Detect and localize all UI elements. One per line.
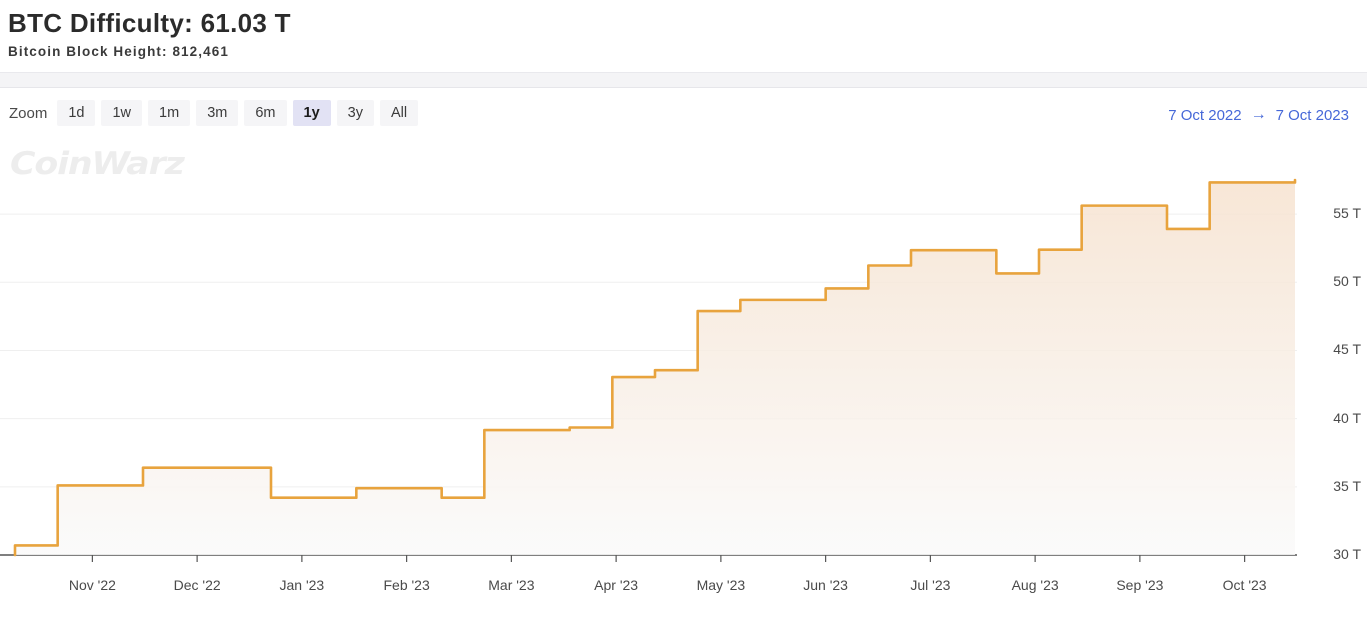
header-divider [0, 72, 1367, 88]
x-axis-tick-label: Sep '23 [1116, 577, 1164, 593]
x-axis-tick-label: Apr '23 [594, 577, 639, 593]
zoom-button-1d[interactable]: 1d [57, 100, 96, 126]
chart-toolbar: Zoom 1d 1w 1m 3m 6m 1y 3y All 7 Oct 2022… [0, 88, 1367, 138]
zoom-button-6m[interactable]: 6m [244, 100, 287, 126]
x-axis-tick-label: Jun '23 [803, 577, 848, 593]
x-axis-tick-label: Aug '23 [1011, 577, 1059, 593]
zoom-label: Zoom [9, 104, 48, 122]
coinwarz-watermark: CoinWarz [10, 146, 185, 182]
range-start-date[interactable]: 7 Oct 2022 [1168, 107, 1241, 124]
page-title: BTC Difficulty: 61.03 T [8, 8, 291, 38]
y-axis-tick-label: 50 T [1333, 273, 1361, 290]
y-axis-tick-label: 35 T [1333, 477, 1361, 494]
x-axis-tick-label: May '23 [696, 577, 746, 593]
y-axis-tick-label: 30 T [1333, 546, 1361, 562]
page-header: BTC Difficulty: 61.03 T Bitcoin Block He… [0, 0, 1367, 72]
zoom-button-1y[interactable]: 1y [292, 100, 331, 126]
difficulty-chart-page: BTC Difficulty: 61.03 T Bitcoin Block He… [0, 0, 1367, 620]
x-axis-tick-label: Jul '23 [910, 577, 951, 593]
range-end-date[interactable]: 7 Oct 2023 [1276, 107, 1349, 124]
x-axis-tick-label: Jan '23 [279, 577, 325, 593]
y-axis-tick-label: 45 T [1333, 341, 1361, 358]
range-arrow-icon: → [1250, 106, 1267, 123]
zoom-button-all[interactable]: All [379, 100, 419, 126]
block-height-subtitle: Bitcoin Block Height: 812,461 [8, 44, 229, 59]
chart-plot-area[interactable]: CoinWarz 30 T 35 T 40 T 45 T 50 T 55 T Nov '2… [0, 138, 1367, 620]
zoom-button-1m[interactable]: 1m [148, 100, 191, 126]
x-axis-tick-label: Nov '22 [68, 577, 116, 593]
zoom-button-group: Zoom 1d 1w 1m 3m 6m 1y 3y All [9, 100, 419, 126]
x-axis-tick-label: Feb '23 [383, 577, 430, 593]
zoom-button-3m[interactable]: 3m [196, 100, 239, 126]
zoom-button-3y[interactable]: 3y [336, 100, 374, 126]
y-axis-tick-label: 40 T [1333, 409, 1361, 426]
x-axis-tick-label: Oct '23 [1222, 577, 1267, 593]
date-range: 7 Oct 2022 → 7 Oct 2023 [1168, 106, 1349, 124]
zoom-button-1w[interactable]: 1w [101, 100, 143, 126]
x-axis-tick-label: Dec '22 [173, 577, 221, 593]
x-axis-tick-label: Mar '23 [488, 577, 535, 593]
y-axis-tick-label: 55 T [1333, 205, 1361, 222]
difficulty-area-chart[interactable] [0, 138, 1367, 620]
